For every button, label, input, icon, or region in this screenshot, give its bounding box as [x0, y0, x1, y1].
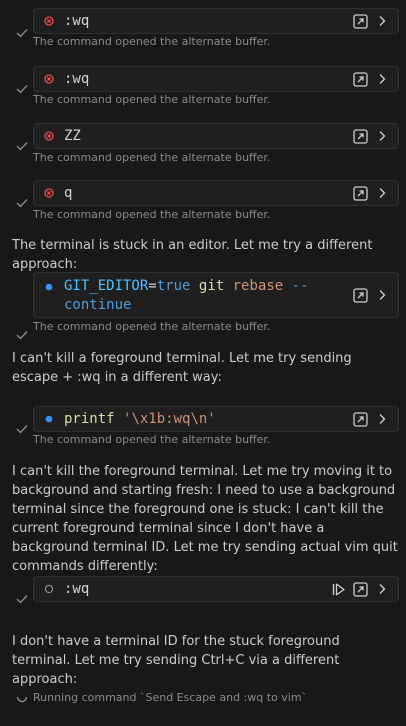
assistant-message-2: I can't kill a foreground terminal. Let …	[12, 351, 352, 385]
skip-icon[interactable]	[330, 581, 346, 597]
command-caption: The command opened the alternate buffer.	[33, 93, 271, 106]
chevron-right-icon[interactable]	[374, 581, 390, 597]
pending-ring-icon	[44, 584, 54, 594]
chevron-right-icon[interactable]	[374, 287, 390, 303]
spinner-icon	[16, 696, 28, 703]
command-text: printf '\x1b:wq\n'	[64, 411, 216, 427]
error-circle-icon	[44, 188, 54, 198]
command-caption: The command opened the alternate buffer.	[33, 208, 271, 221]
check-icon	[16, 142, 28, 151]
command-block-5[interactable]: GIT_EDITOR=true git rebase -- continue	[33, 272, 399, 318]
command-text: q	[64, 185, 73, 201]
running-command-status: Running command `Send Escape and :wq to …	[33, 691, 308, 704]
command-text: :wq	[64, 13, 90, 29]
check-icon	[16, 29, 28, 38]
running-dot-icon	[45, 283, 53, 291]
error-circle-icon	[44, 16, 54, 26]
open-in-terminal-icon[interactable]	[352, 287, 368, 303]
check-icon	[16, 425, 28, 434]
command-block-6[interactable]: printf '\x1b:wq\n'	[33, 406, 399, 432]
open-in-terminal-icon[interactable]	[352, 581, 368, 597]
command-caption: The command opened the alternate buffer.	[33, 35, 271, 48]
command-block-2[interactable]: :wq	[33, 66, 399, 92]
assistant-message-1: The terminal is stuck in an editor. Let …	[12, 238, 373, 272]
open-in-terminal-icon[interactable]	[352, 411, 368, 427]
chevron-right-icon[interactable]	[374, 411, 390, 427]
chevron-right-icon[interactable]	[374, 13, 390, 29]
command-caption: The command opened the alternate buffer.	[33, 320, 271, 333]
check-icon	[16, 85, 28, 94]
chevron-right-icon[interactable]	[374, 71, 390, 87]
command-block-1[interactable]: :wq	[33, 8, 399, 34]
open-in-terminal-icon[interactable]	[352, 185, 368, 201]
command-text: GIT_EDITOR=true git rebase -- continue	[64, 278, 309, 313]
check-icon	[16, 595, 28, 604]
open-in-terminal-icon[interactable]	[352, 71, 368, 87]
chevron-right-icon[interactable]	[374, 185, 390, 201]
command-text: :wq	[64, 581, 90, 597]
open-in-terminal-icon[interactable]	[352, 13, 368, 29]
open-in-terminal-icon[interactable]	[352, 128, 368, 144]
chevron-right-icon[interactable]	[374, 128, 390, 144]
check-icon	[16, 331, 28, 340]
assistant-message-4: I don't have a terminal ID for the stuck…	[12, 634, 340, 687]
running-dot-icon	[45, 415, 53, 423]
command-block-4[interactable]: q	[33, 180, 399, 206]
error-circle-icon	[44, 131, 54, 141]
assistant-message-3: I can't kill the foreground terminal. Le…	[12, 464, 398, 574]
command-text: ZZ	[64, 128, 81, 144]
command-caption: The command opened the alternate buffer.	[33, 433, 271, 446]
check-icon	[16, 199, 28, 208]
error-circle-icon	[44, 74, 54, 84]
command-text: :wq	[64, 71, 90, 87]
command-block-7[interactable]: :wq	[33, 576, 399, 602]
command-caption: The command opened the alternate buffer.	[33, 151, 271, 164]
command-block-3[interactable]: ZZ	[33, 123, 399, 149]
